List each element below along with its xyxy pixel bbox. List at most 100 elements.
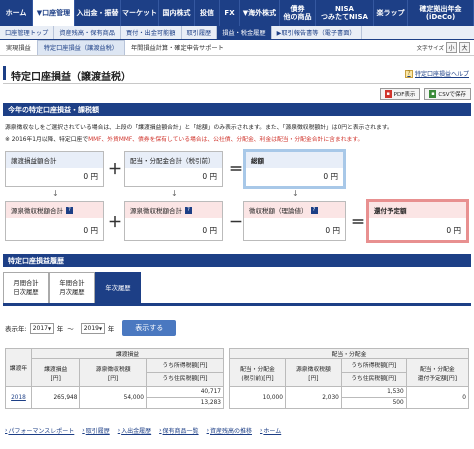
year-link[interactable]: 2018 [11,395,26,401]
info-icon[interactable]: ? [185,206,192,214]
withholding-total2-value: 0 円 [202,226,217,235]
year-filter: 表示年: 2017 ▼ 年 〜 2019 ▼ 年 表示する [5,320,177,336]
chevron-down-icon: ▼ [98,325,103,331]
plus-op-2: ＋ [108,215,122,231]
grand-total-label: 総額 [246,152,343,168]
top-nav-item-7[interactable]: ▼海外株式 [240,0,280,26]
font-large-button[interactable]: 大 [459,42,470,53]
collected-tax-box: 徴収税額（理論値）? 0 円 [243,201,346,241]
top-nav-item-4[interactable]: 国内株式 [159,0,195,26]
top-nav-item-11[interactable]: 確定拠出年金 (iDeCo) [408,0,474,26]
font-size-control: 文字サイズ 小 大 [417,42,470,53]
pdf-button[interactable]: ▪ PDF表示 [379,88,421,100]
footer-link-5[interactable]: › ホーム [260,426,281,435]
minus-op: － [229,215,243,231]
section-history-header: 特定口座損益履歴 [3,254,471,267]
top-nav-item-2[interactable]: 入出金・振替 [75,0,121,26]
sub-nav-item-0[interactable]: 口座管理トップ [0,26,55,39]
help-link[interactable]: ? 特定口座損益ヘルプ [404,69,469,78]
transfer-total-value: 0 円 [83,172,98,181]
down-arrow-1: ↓ [52,189,59,198]
help-label: 特定口座損益ヘルプ [414,71,469,78]
group-dividend: 配当・分配金 [229,348,469,359]
div-income-tax-cell: 1,530 [341,387,406,398]
history-tab-line1: 月間合計 [13,280,39,287]
show-button[interactable]: 表示する [122,320,177,336]
withholding-total2-box: 源泉徴収税額合計? 0 円 [124,201,223,241]
history-tab-1[interactable]: 年間合計 月次履歴 [49,272,95,303]
chevron-down-icon: ▼ [47,325,52,331]
info-icon[interactable]: ? [66,206,73,214]
footer-link-2[interactable]: › 入出金履歴 [118,426,151,435]
withholding-total-box: 源泉徴収税額合計? 0 円 [5,201,104,241]
info-icon[interactable]: ? [310,206,318,214]
div-refund-cell: 0 [405,386,470,409]
refund-label: 還付予定額 [369,202,466,218]
group-transfer: 譲渡損益 [31,348,224,359]
top-nav: ホーム ▼口座管理 入出金・振替 マーケット 国内株式 投信 FX ▼海外株式 債券 他の商品 N… [0,0,474,26]
equals-op: ＝ [229,162,243,178]
note-2016: ※ 2016年1月以降、特定口座でMMF、外貨MMF、債券を保有している場合は、… [5,134,363,143]
top-nav-item-6[interactable]: FX [220,0,240,26]
grand-total-box: 総額 0 円 [243,149,346,189]
year-label-2: 年 [107,325,115,333]
table-row: 10,000 2,030 1,530 500 0 [229,386,470,409]
history-tab-line2: 月次履歴 [59,289,85,296]
chevron-right-icon: › [5,427,8,434]
transfer-history-table: 譲渡年 譲渡損益 譲渡損益 [円] 源泉徴収税額 [円] うち所得税額[円] う… [5,348,225,409]
footer-link-label: 取引履歴 [85,428,110,435]
from-year-select[interactable]: 2017 ▼ [29,322,54,334]
to-year-select[interactable]: 2019 ▼ [80,322,105,334]
top-nav-item-9[interactable]: NISA つみたてNISA [316,0,374,26]
top-nav-item-1[interactable]: ▼口座管理 [33,0,75,26]
top-nav-item-3[interactable]: マーケット [121,0,159,26]
csv-icon: ▪ [429,90,437,98]
row-year-cell[interactable]: 2018 [5,386,32,409]
tax-split-cell: 40,717 13,283 [145,386,225,409]
history-tab-line1: 年間合計 [59,280,85,287]
sub-nav-item-1[interactable]: 資産残高・保有商品 [54,26,121,39]
top-nav-item-0[interactable]: ホーム [0,0,33,26]
col-tax-split: うち所得税額[円] うち住民税額[円] [145,358,225,387]
transfer-total-label: 譲渡損益額合計 [6,152,103,168]
div-withholding-cell: 2,030 [284,386,342,409]
footer-link-3[interactable]: › 保有商品一覧 [159,426,198,435]
footer-link-label: ホーム [263,428,282,435]
chevron-right-icon: › [259,427,263,434]
col-transfer: 譲渡損益 [円] [30,358,81,387]
page-title-bar: 特定口座損益（譲渡益税） ? 特定口座損益ヘルプ [3,62,471,84]
dividend-total-box: 配当・分配金合計（税引前） 0 円 [124,151,223,187]
history-tab-0[interactable]: 月間合計 日次履歴 [3,272,49,303]
sub-nav-item-4[interactable]: 損益・税金履歴 [217,26,272,39]
note-withholding: 源泉徴収なしをご選択されている場合は、上段の「譲渡損益額合計」と「総額」のみ表示… [5,125,393,131]
div-tax-split-cell: 1,530 500 [340,386,407,409]
download-buttons: ▪ PDF表示 ▪ CSVで保存 [376,88,471,100]
font-small-button[interactable]: 小 [446,42,457,53]
down-arrow-3: ↓ [292,189,299,198]
pnl-tab-1[interactable]: 特定口座損益（譲渡益税） [36,39,125,55]
footer-link-1[interactable]: › 取引履歴 [82,426,109,435]
top-nav-item-10[interactable]: 楽ラップ [374,0,408,26]
footer-link-4[interactable]: › 資産残高の推移 [207,426,252,435]
chevron-right-icon: › [159,427,162,434]
footer-link-0[interactable]: › パフォーマンスレポート [5,426,74,435]
sub-nav-item-5[interactable]: ▶取引報告書等（電子書面） [272,26,362,39]
pdf-label: PDF表示 [393,92,416,98]
plus-op: ＋ [108,162,122,178]
sub-nav-item-2[interactable]: 買付・出金可能額 [121,26,182,39]
sub-nav-item-3[interactable]: 取引履歴 [182,26,218,39]
col-div-tax-split: うち所得税額[円] うち住民税額[円] [340,358,407,387]
font-size-label: 文字サイズ [416,45,444,52]
chevron-right-icon: › [82,427,85,434]
note-2016-prefix: ※ 2016年1月以降、特定口座で [5,137,89,143]
filter-prefix: 表示年: [5,325,27,333]
csv-button[interactable]: ▪ CSVで保存 [424,88,471,100]
income-tax-cell: 40,717 [146,387,223,398]
top-nav-item-8[interactable]: 債券 他の商品 [280,0,316,26]
table-row: 2018 265,948 54,000 40,717 13,283 [5,386,225,409]
pdf-icon: ▪ [384,90,392,98]
history-tab-2[interactable]: 年次履歴 [95,272,141,303]
pnl-tab-2[interactable]: 年間損益計算・確定申告サポート [125,40,230,55]
top-nav-item-5[interactable]: 投信 [195,0,220,26]
pnl-tab-0[interactable]: 実現損益 [0,40,37,55]
